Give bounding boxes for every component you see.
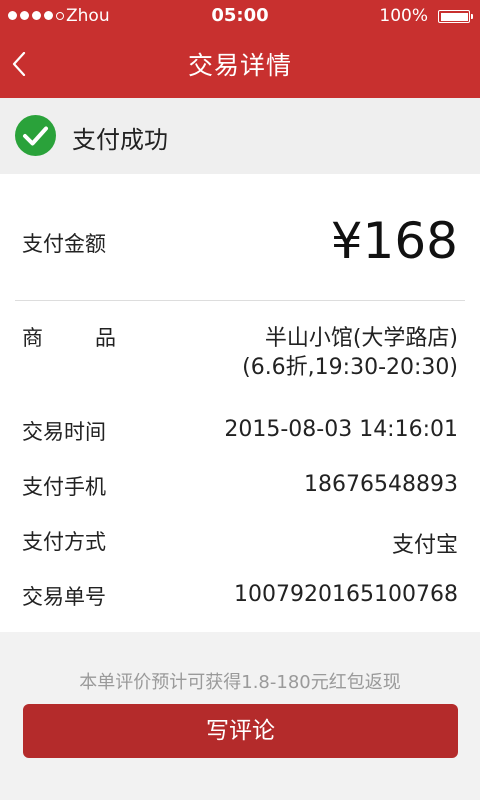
product-label-char: 品: [95, 326, 116, 350]
write-review-button[interactable]: 写评论: [23, 704, 458, 758]
payment-status-text: 支付成功: [72, 126, 168, 154]
transaction-details-card: 支付金额 ¥168 商 品 半山小馆(大学路店) (6.6折,19:30-20:…: [0, 174, 480, 632]
order-number-value: 1007920165100768: [234, 582, 458, 607]
battery-icon: [438, 10, 473, 23]
transaction-time-label: 交易时间: [22, 420, 106, 444]
amount-value: ¥168: [330, 212, 458, 270]
payment-method-value: 支付宝: [391, 533, 458, 558]
check-circle-icon: [15, 115, 56, 156]
page-title: 交易详情: [187, 51, 292, 80]
status-bar: Zhou 05:00 100%: [0, 0, 480, 32]
top-bar: Zhou 05:00 100% 交易详情: [0, 0, 480, 98]
transaction-time-value: 2015-08-03 14:16:01: [224, 417, 458, 442]
product-label: 商 品: [22, 322, 116, 352]
order-number-label: 交易单号: [22, 585, 106, 609]
signal-strength-icon: [8, 11, 64, 20]
product-value: 半山小馆(大学路店) (6.6折,19:30-20:30): [242, 324, 458, 382]
carrier-name: Zhou: [66, 6, 110, 26]
product-name: 半山小馆(大学路店): [264, 326, 458, 351]
review-reward-hint: 本单评价预计可获得1.8-180元红包返现: [79, 672, 401, 693]
battery-percentage: 100%: [379, 6, 428, 26]
payment-method-label: 支付方式: [22, 530, 106, 554]
payment-phone-value: 18676548893: [304, 472, 458, 497]
product-label-char: 商: [22, 326, 43, 350]
payment-phone-label: 支付手机: [22, 475, 106, 499]
nav-bar: 交易详情: [0, 32, 480, 98]
amount-label: 支付金额: [22, 232, 106, 256]
transaction-detail-screen: Zhou 05:00 100% 交易详情 支付成功 支付金额 ¥168 商 品 …: [0, 0, 480, 800]
product-discount-time: (6.6折,19:30-20:30): [242, 355, 458, 380]
divider: [15, 300, 465, 301]
payment-status-banner: 支付成功: [0, 98, 480, 174]
